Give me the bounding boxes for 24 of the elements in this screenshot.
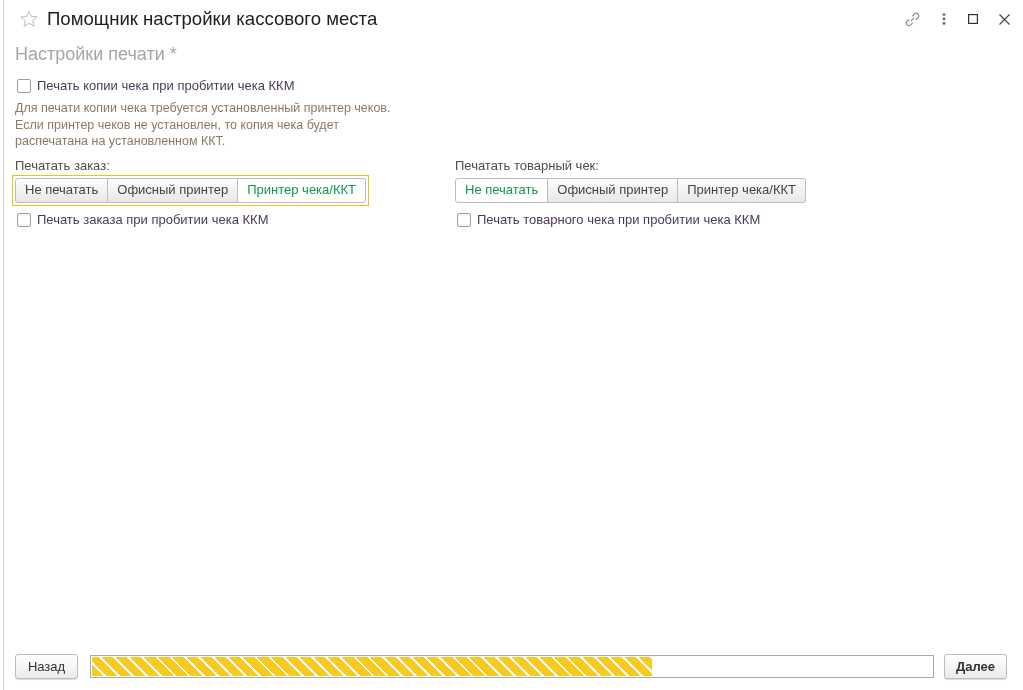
option-button[interactable]: Принтер чека/ККТ [678, 177, 807, 203]
more-icon[interactable] [942, 13, 946, 25]
option-button[interactable]: Не печатать [15, 177, 109, 203]
link-icon[interactable] [905, 11, 920, 27]
checkbox[interactable] [17, 79, 31, 93]
star-icon[interactable] [20, 10, 38, 28]
window-title: Помощник настройки кассового места [47, 7, 378, 31]
field-label: Печатать заказ: [15, 157, 110, 174]
option-button[interactable]: Офисный принтер [548, 177, 679, 203]
close-icon[interactable] [999, 13, 1010, 25]
option-button[interactable]: Принтер чека/ККТ [238, 177, 367, 203]
checkbox-label[interactable]: Печать заказа при пробитии чека ККМ [37, 211, 269, 228]
maximize-icon[interactable] [968, 14, 978, 24]
option-button[interactable]: Не печатать [455, 177, 549, 203]
option-button[interactable]: Офисный принтер [108, 177, 239, 203]
field-label: Печатать товарный чек: [455, 157, 599, 174]
checkbox[interactable] [17, 212, 31, 227]
back-button[interactable]: Назад [15, 654, 78, 679]
next-button[interactable]: Далее [944, 654, 1007, 679]
checkbox-label[interactable]: Печать копии чека при пробитии чека ККМ [37, 78, 295, 94]
section-title: Настройки печати * [15, 44, 177, 64]
hint-text: Для печати копии чека требуется установленный принтер чеков. Если принтер чеков не установлен, то копия чека будет распечатана на установленном ККТ. [15, 100, 392, 150]
checkbox-label[interactable]: Печать товарного чека при пробитии чека ККМ [477, 211, 761, 228]
checkbox[interactable] [457, 212, 471, 227]
